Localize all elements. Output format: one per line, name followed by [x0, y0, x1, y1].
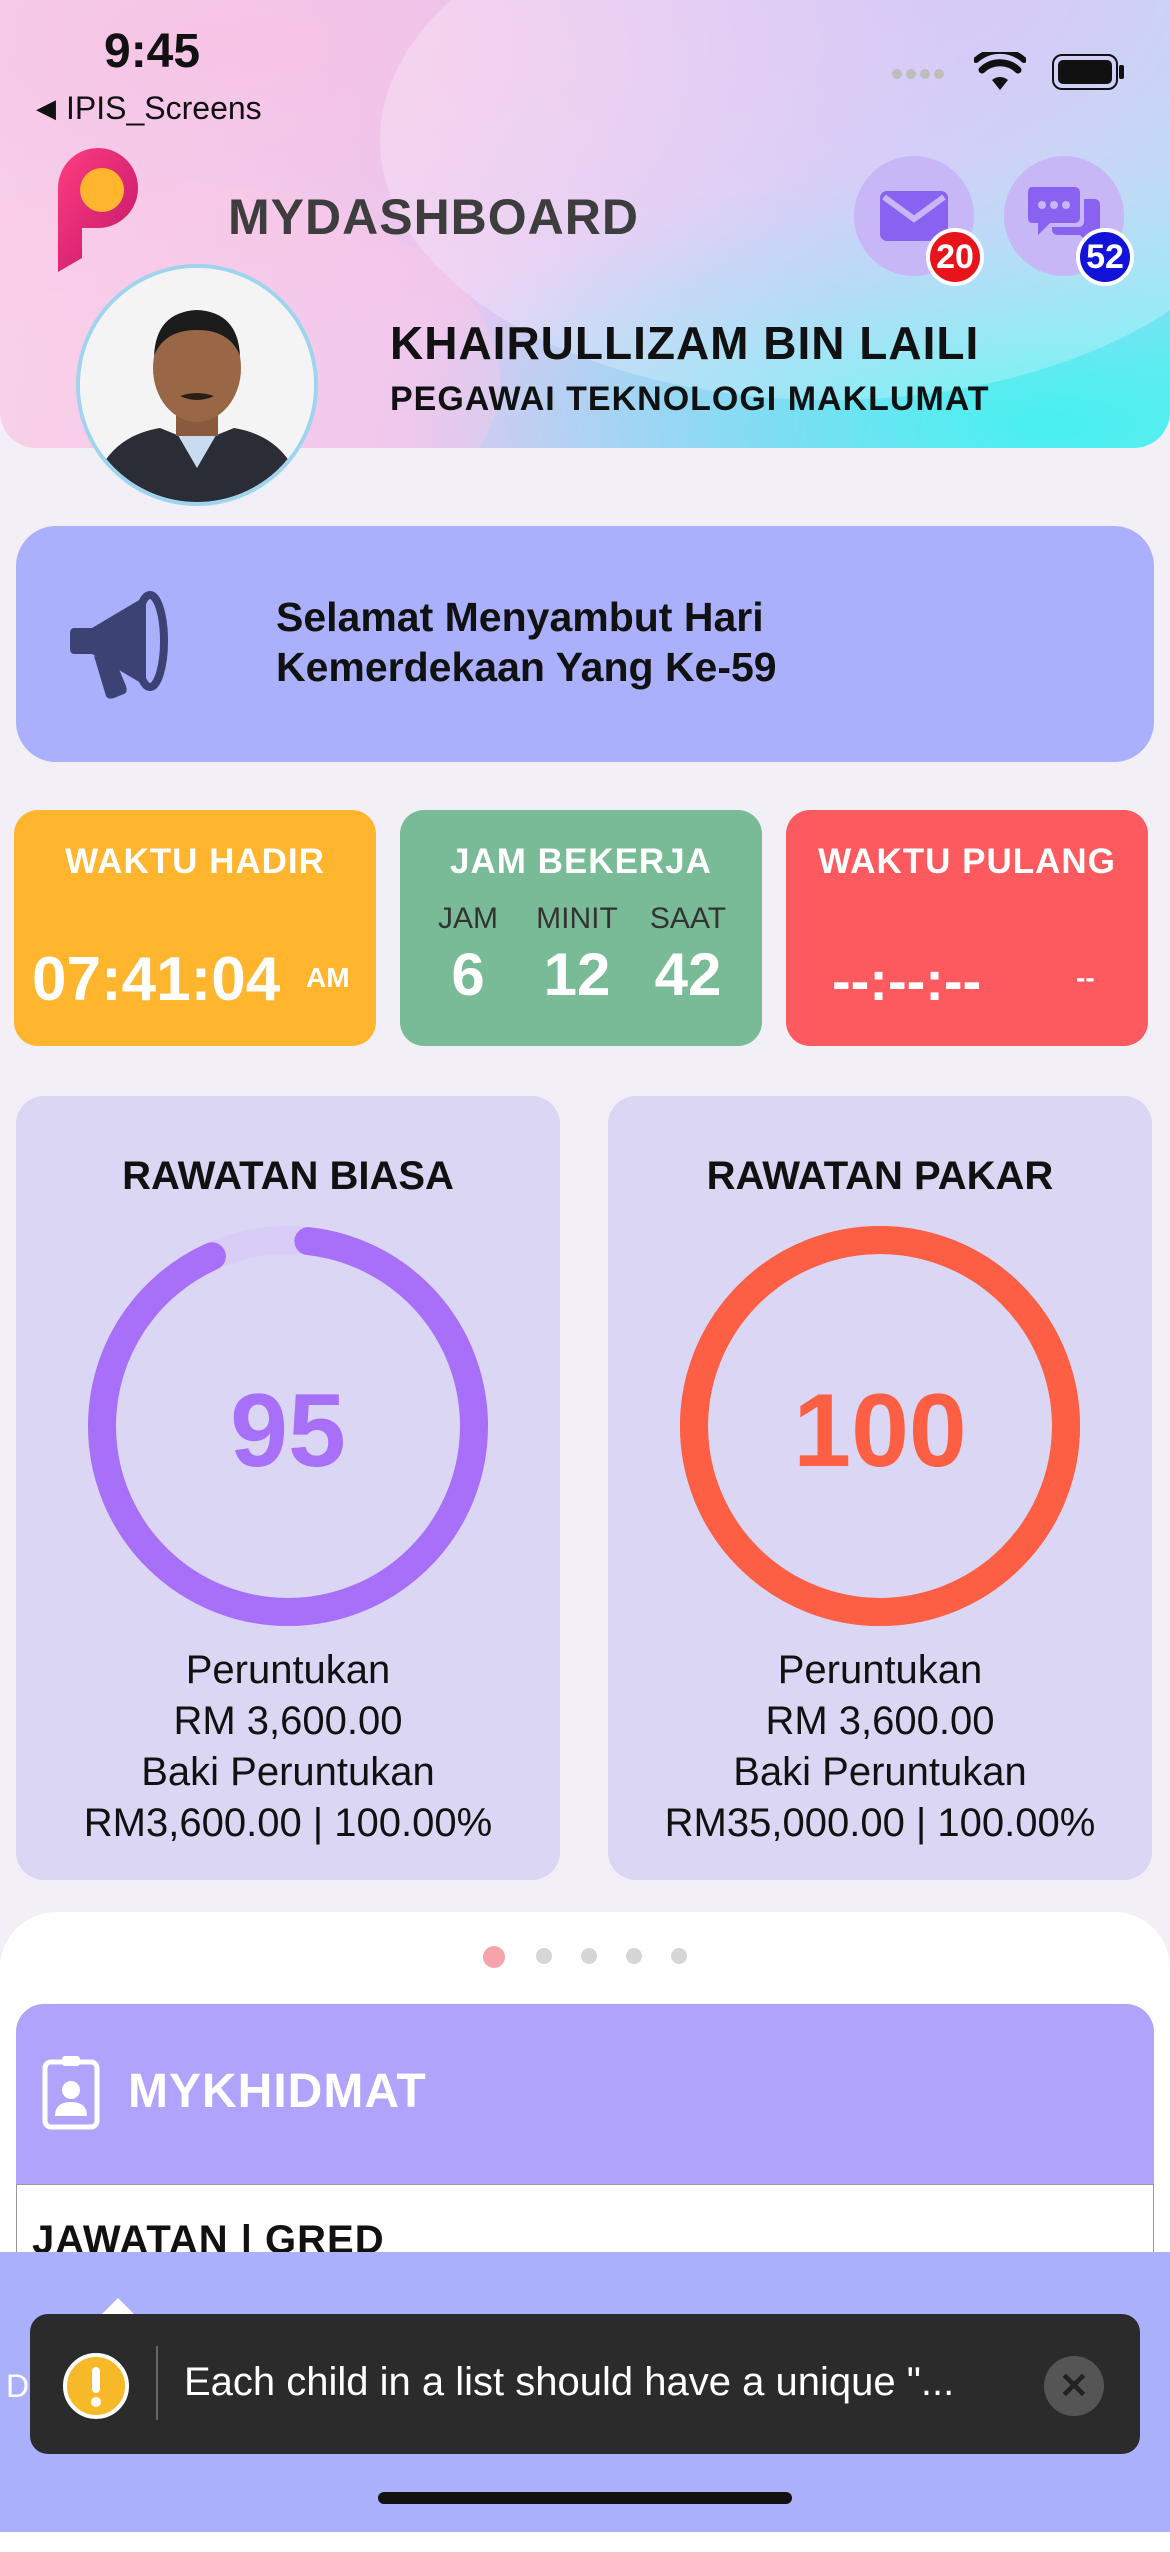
treatment-card-biasa[interactable]: RAWATAN BIASA 95 Peruntukan RM 3,600.00 … — [16, 1096, 560, 1880]
signal-icon — [892, 69, 944, 79]
allocation-amount: RM 3,600.00 — [765, 1699, 995, 1743]
announcement-text: Selamat Menyambut Hari Kemerdekaan Yang … — [276, 594, 777, 690]
departure-period: -- — [1076, 962, 1095, 993]
treatment-value: 100 — [793, 1373, 967, 1489]
departure-time: --:--:-- — [832, 949, 982, 1012]
page-title: MYDASHBOARD — [228, 189, 639, 245]
minutes-value: 12 — [543, 941, 611, 1008]
treatment-title: RAWATAN PAKAR — [706, 1154, 1054, 1198]
user-position: PEGAWAI TEKNOLOGI MAKLUMAT — [390, 380, 990, 418]
status-icons — [892, 52, 1126, 92]
arrival-label: WAKTU HADIR — [65, 842, 325, 881]
hours-value: 6 — [451, 941, 485, 1008]
mail-button[interactable]: 20 — [854, 156, 984, 286]
allocation-label: Peruntukan — [185, 1648, 391, 1692]
treatment-card-pakar[interactable]: RAWATAN PAKAR 100 Peruntukan RM 3,600.00… — [608, 1096, 1152, 1880]
profile-photo — [80, 268, 314, 502]
id-badge-icon — [42, 2056, 100, 2130]
user-name: KHAIRULLIZAM BIN LAILI — [390, 317, 980, 369]
wifi-icon — [974, 52, 1026, 90]
seconds-label: SAAT — [649, 902, 727, 935]
back-to-app-link[interactable]: ◀ IPIS_Screens — [36, 90, 262, 127]
seconds-value: 42 — [654, 941, 722, 1008]
chat-button[interactable]: 52 — [1004, 156, 1134, 286]
carousel-dot[interactable] — [671, 1948, 687, 1964]
back-arrow-icon: ◀ — [36, 93, 56, 123]
balance-amount: RM35,000.00 | 100.00% — [664, 1801, 1096, 1845]
carousel-dot[interactable] — [536, 1948, 552, 1964]
balance-label: Baki Peruntukan — [733, 1750, 1027, 1794]
toast-close-button[interactable]: ✕ — [1044, 2356, 1104, 2416]
balance-amount: RM3,600.00 | 100.00% — [83, 1801, 493, 1845]
obscured-text: D — [6, 2368, 30, 2404]
arrival-time: 07:41:04 — [32, 945, 281, 1014]
allocation-label: Peruntukan — [777, 1648, 983, 1692]
carousel-dot[interactable] — [483, 1946, 505, 1968]
working-label: JAM BEKERJA — [450, 842, 712, 881]
treatment-title: RAWATAN BIASA — [122, 1154, 454, 1198]
carousel-dot[interactable] — [626, 1948, 642, 1964]
mail-badge: 20 — [926, 228, 984, 286]
app-logo — [58, 148, 138, 272]
minutes-label: MINIT — [536, 902, 618, 935]
home-indicator[interactable] — [378, 2492, 792, 2504]
arrival-time-card: WAKTU HADIR 07:41:04 AM — [14, 810, 376, 1046]
departure-label: WAKTU PULANG — [818, 842, 1116, 881]
departure-time-card: WAKTU PULANG --:--:-- -- — [786, 810, 1148, 1046]
toast-divider — [156, 2346, 158, 2420]
warning-icon — [63, 2353, 129, 2419]
megaphone-icon — [70, 591, 168, 699]
carousel-dot[interactable] — [581, 1948, 597, 1964]
mykhidmat-title: MYKHIDMAT — [128, 2065, 427, 2118]
status-time: 9:45 — [104, 25, 201, 78]
working-hours-card: JAM BEKERJA JAM MINIT SAAT 6 12 42 — [400, 810, 762, 1046]
arrival-period: AM — [306, 962, 350, 993]
battery-icon — [1052, 54, 1124, 90]
chat-badge: 52 — [1076, 228, 1134, 286]
balance-label: Baki Peruntukan — [141, 1750, 435, 1794]
toast-message: Each child in a list should have a uniqu… — [184, 2360, 955, 2404]
avatar[interactable] — [76, 264, 318, 506]
hours-label: JAM — [438, 902, 498, 935]
back-app-label: IPIS_Screens — [66, 90, 262, 126]
treatment-value: 95 — [230, 1373, 346, 1489]
close-icon: ✕ — [1058, 2365, 1090, 2406]
allocation-amount: RM 3,600.00 — [173, 1699, 403, 1743]
